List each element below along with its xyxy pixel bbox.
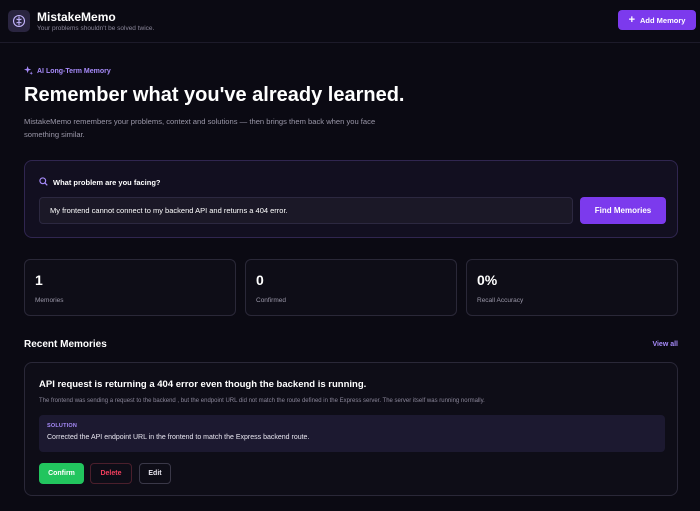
search-label: What problem are you facing? xyxy=(39,177,161,188)
stat-label: Memories xyxy=(35,297,64,304)
search-icon xyxy=(39,177,48,188)
view-all-link[interactable]: View all xyxy=(652,341,678,348)
edit-button[interactable]: Edit xyxy=(139,463,171,484)
brain-logo-icon xyxy=(8,10,30,32)
find-memories-button[interactable]: Find Memories xyxy=(580,197,666,224)
app-title: MistakeMemo xyxy=(37,9,116,24)
top-bar: MistakeMemo Your problems shouldn't be s… xyxy=(0,0,700,43)
stat-card-memories: 1 Memories xyxy=(24,259,236,316)
solution-label: SOLUTION xyxy=(47,423,78,429)
sparkle-icon xyxy=(24,66,33,77)
solution-text: Corrected the API endpoint URL in the fr… xyxy=(47,434,310,441)
delete-button[interactable]: Delete xyxy=(90,463,132,484)
confirm-button[interactable]: Confirm xyxy=(39,463,84,484)
stat-card-recall-accuracy: 0% Recall Accuracy xyxy=(466,259,678,316)
stat-label: Recall Accuracy xyxy=(477,297,524,304)
page-title: Remember what you've already learned. xyxy=(24,84,405,106)
stat-value: 0 xyxy=(256,272,264,288)
stat-value: 1 xyxy=(35,272,43,288)
add-memory-label: Add Memory xyxy=(640,15,686,25)
search-label-text: What problem are you facing? xyxy=(53,178,161,187)
app-tagline: Your problems shouldn't be solved twice. xyxy=(37,24,155,32)
stat-value: 0% xyxy=(477,272,498,288)
hero-subtitle: MistakeMemo remembers your problems, con… xyxy=(24,117,376,139)
add-memory-button[interactable]: + Add Memory xyxy=(618,10,696,30)
plus-icon: + xyxy=(628,14,635,26)
stat-label: Confirmed xyxy=(256,297,286,304)
memory-description: The frontend was sending a request to th… xyxy=(39,398,485,404)
recent-memories-title: Recent Memories xyxy=(24,339,107,350)
hero-badge: AI Long-Term Memory xyxy=(24,66,111,77)
memory-title: API request is returning a 404 error eve… xyxy=(39,379,367,390)
solution-box: SOLUTION Corrected the API endpoint URL … xyxy=(39,415,665,452)
stat-card-confirmed: 0 Confirmed xyxy=(245,259,457,316)
memory-card: API request is returning a 404 error eve… xyxy=(24,362,678,496)
hero-badge-label: AI Long-Term Memory xyxy=(37,68,111,75)
search-card: What problem are you facing? Find Memori… xyxy=(24,160,678,238)
problem-search-input[interactable] xyxy=(39,197,573,224)
